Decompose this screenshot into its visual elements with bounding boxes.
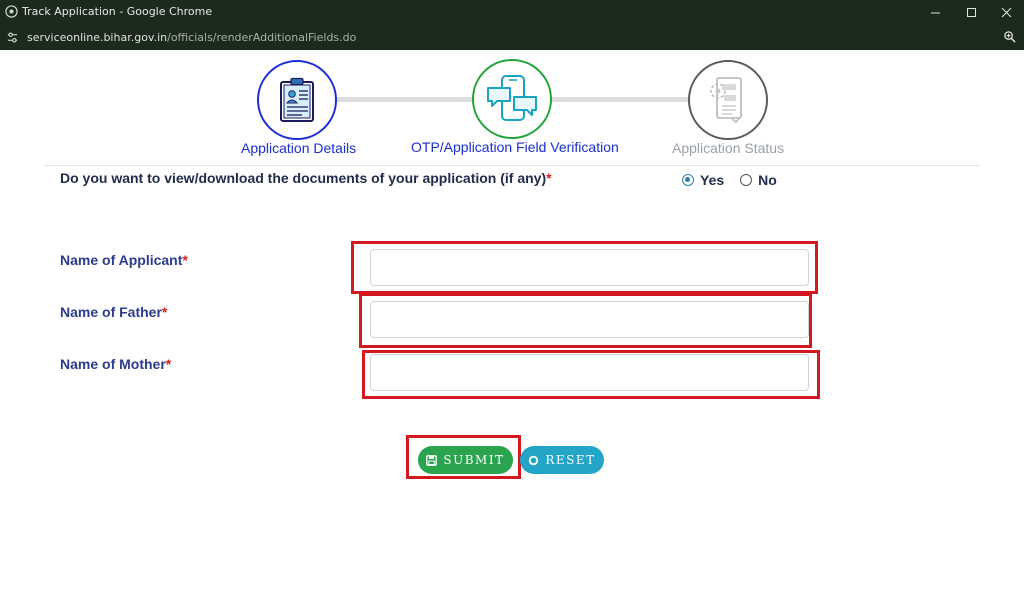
application-form-icon: [280, 77, 314, 122]
reset-button[interactable]: RESET: [520, 446, 604, 474]
mother-name-input[interactable]: [370, 354, 809, 391]
step-2-circle: [472, 59, 552, 139]
step-2-label: OTP/Application Field Verification: [411, 139, 619, 155]
mother-label-text: Name of Mother: [60, 356, 166, 372]
applicant-label-text: Name of Applicant: [60, 252, 183, 268]
father-name-input[interactable]: [370, 301, 809, 338]
yes-radio-label[interactable]: Yes: [700, 172, 724, 188]
mother-name-label: Name of Mother*: [60, 356, 171, 372]
no-radio-label[interactable]: No: [758, 172, 777, 188]
step-3-circle: [688, 60, 768, 140]
applicant-name-label: Name of Applicant*: [60, 252, 188, 268]
step-1-circle: [257, 60, 337, 140]
required-mark: *: [546, 170, 552, 186]
father-name-label: Name of Father*: [60, 304, 167, 320]
step-connector-1: [336, 97, 474, 102]
no-radio[interactable]: [740, 174, 753, 186]
page-content: Application Details OTP/Application Fiel…: [0, 0, 1024, 590]
step-1-label: Application Details: [241, 140, 357, 156]
submit-button[interactable]: SUBMIT: [418, 446, 513, 474]
applicant-name-input[interactable]: [370, 249, 809, 286]
save-icon: [426, 454, 438, 466]
reset-label: RESET: [545, 453, 596, 467]
required-mark: *: [165, 356, 172, 372]
divider: [44, 165, 980, 166]
required-mark: *: [182, 252, 188, 268]
father-label-text: Name of Father: [60, 304, 162, 320]
yes-radio[interactable]: [682, 174, 694, 186]
submit-label: SUBMIT: [443, 453, 505, 467]
required-mark: *: [161, 304, 168, 320]
chat-phone-icon: [487, 75, 537, 121]
step-connector-2: [550, 97, 690, 102]
status-document-icon: [710, 77, 743, 124]
download-question: Do you want to view/download the documen…: [60, 170, 552, 186]
yes-no-radio-group: Yes No: [682, 172, 777, 188]
refresh-icon: [528, 455, 539, 466]
step-3-label: Application Status: [672, 140, 785, 156]
question-text: Do you want to view/download the documen…: [60, 170, 547, 186]
